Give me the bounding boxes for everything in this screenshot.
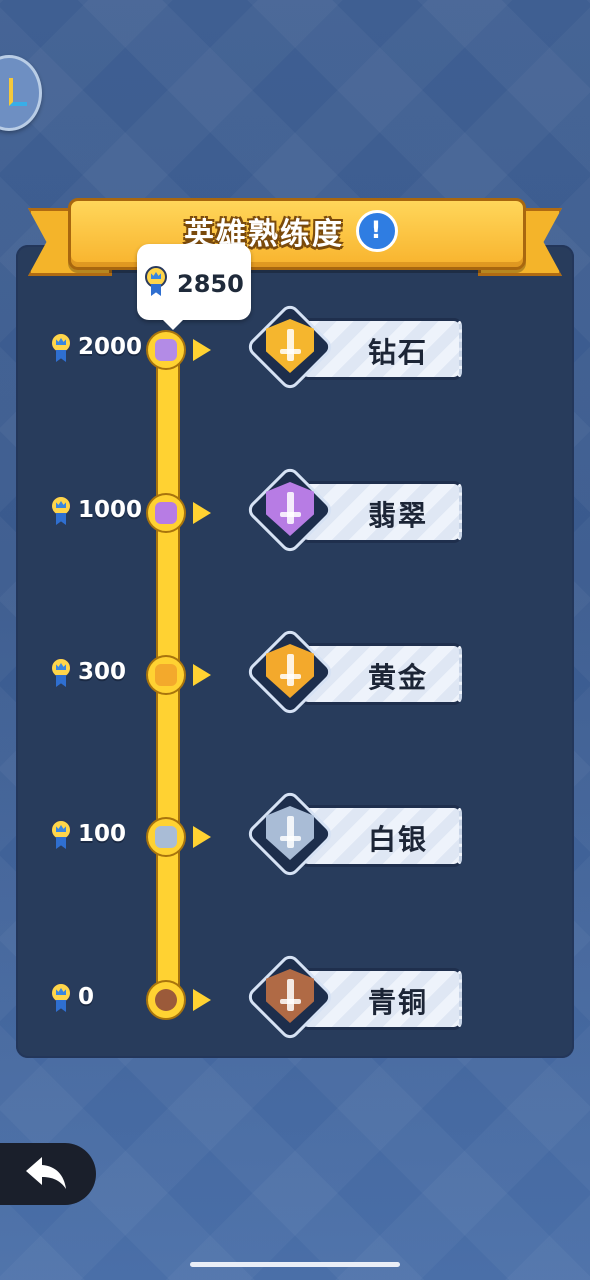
arrow-right-icon	[193, 989, 211, 1011]
tier-node-icon	[155, 826, 177, 848]
arrow-right-icon	[193, 339, 211, 361]
tier-requirement-value: 100	[78, 821, 127, 847]
tier-node	[146, 655, 186, 695]
back-arrow-icon	[26, 1157, 66, 1189]
tier-row: 100 白银	[0, 788, 590, 880]
tier-row: 1000 翡翠	[0, 464, 590, 556]
tier-node	[146, 493, 186, 533]
arrow-right-icon	[193, 664, 211, 686]
tier-label: 钻石	[367, 336, 428, 369]
tier-node-icon	[155, 664, 177, 686]
gold-sword-badge-icon[interactable]	[244, 626, 336, 718]
current-points-tooltip: 2850	[137, 244, 251, 330]
tier-label: 青铜	[367, 986, 428, 1019]
silver-sword-badge-icon[interactable]	[244, 788, 336, 880]
back-button[interactable]	[0, 1143, 96, 1205]
medal-icon	[50, 819, 74, 849]
emerald-sword-badge-icon[interactable]	[244, 464, 336, 556]
corner-logo-icon	[9, 78, 27, 106]
tier-requirement-value: 2000	[78, 334, 143, 360]
tier-requirement-value: 1000	[78, 497, 143, 523]
medal-icon	[50, 982, 74, 1012]
tier-node	[146, 330, 186, 370]
medal-icon	[50, 657, 74, 687]
tier-node-icon	[155, 339, 177, 361]
tier-label: 黄金	[367, 661, 428, 694]
tier-row: 0 青铜	[0, 951, 590, 1043]
bronze-sword-badge-icon[interactable]	[244, 951, 336, 1043]
info-icon[interactable]: !	[356, 210, 398, 252]
medal-icon	[50, 332, 74, 362]
tier-row: 2000 钻石	[0, 301, 590, 393]
tier-row: 300 黄金	[0, 626, 590, 718]
tier-label: 白银	[367, 823, 428, 856]
tier-node	[146, 817, 186, 857]
tier-node-icon	[155, 502, 177, 524]
home-indicator	[190, 1262, 400, 1267]
arrow-right-icon	[193, 826, 211, 848]
arrow-right-icon	[193, 502, 211, 524]
diamond-crossed-swords-badge-icon[interactable]	[244, 301, 336, 393]
medal-icon	[50, 495, 74, 525]
medal-icon	[145, 266, 169, 296]
tier-node	[146, 980, 186, 1020]
tier-requirement-value: 0	[78, 984, 95, 1010]
tier-requirement-value: 300	[78, 659, 127, 685]
current-points-value: 2850	[177, 270, 244, 298]
tier-label: 翡翠	[367, 499, 428, 532]
tier-node-icon	[155, 989, 177, 1011]
